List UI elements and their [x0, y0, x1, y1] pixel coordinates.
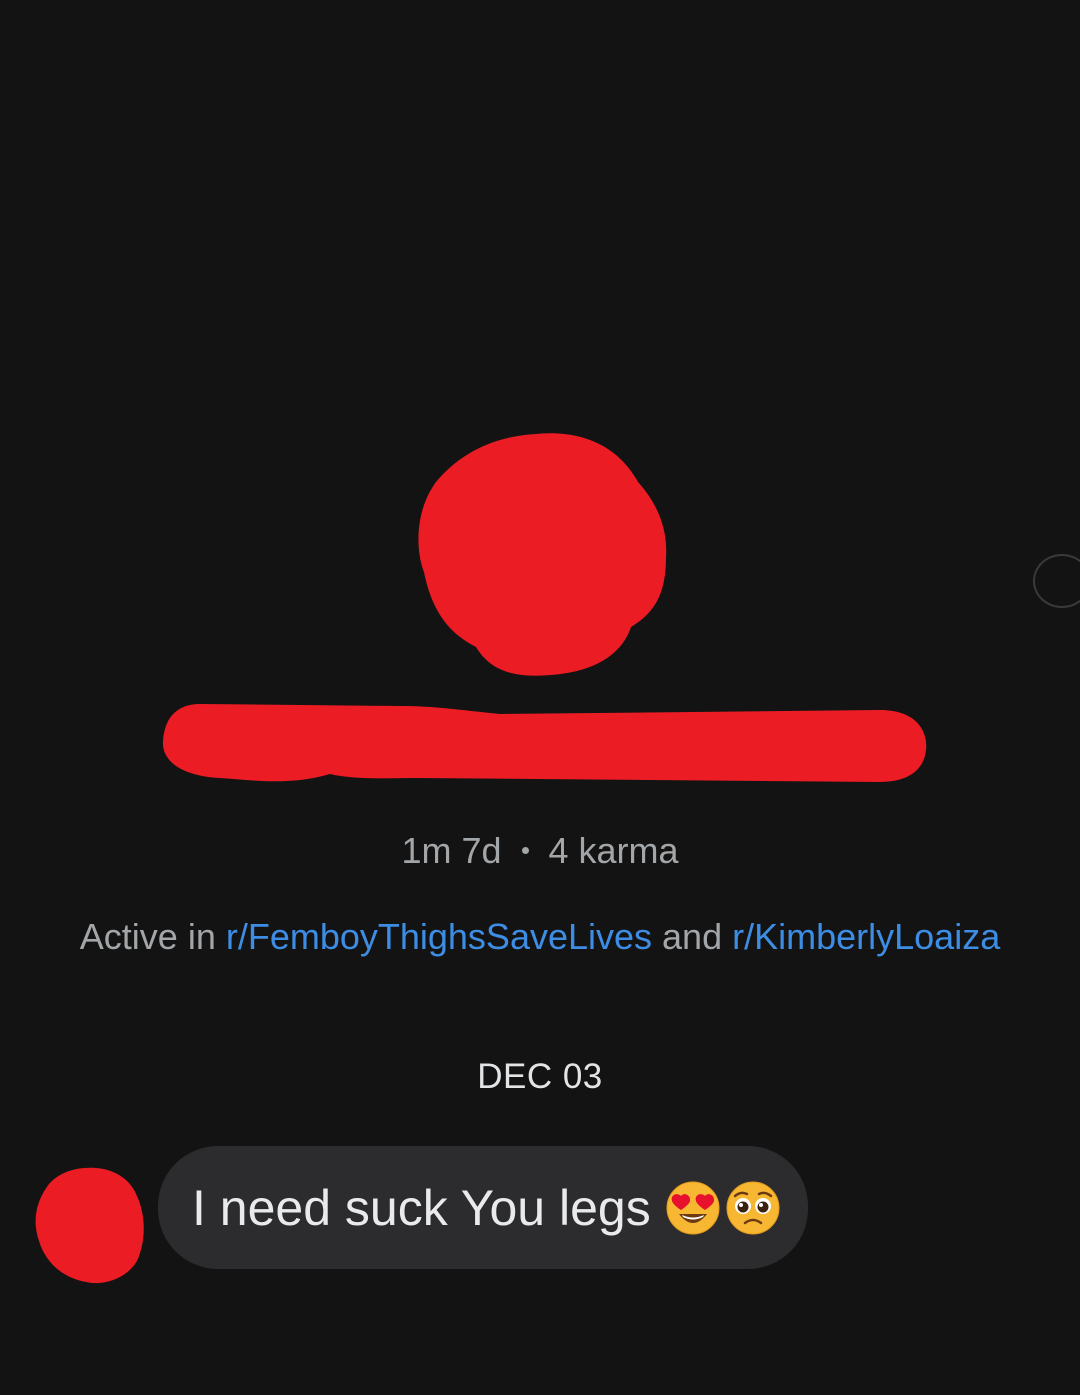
profile-stats: 1m 7d 4 karma [0, 826, 1080, 876]
separator-dot [521, 846, 529, 854]
date-separator: DEC 03 [477, 1057, 603, 1096]
active-prefix: Active in [79, 916, 226, 957]
account-age: 1m 7d [401, 830, 502, 871]
message-text: I need suck You legs [192, 1179, 651, 1236]
community-link-kimberlyloaiza[interactable]: r/KimberlyLoaiza [732, 916, 1000, 957]
scroll-handle[interactable] [1033, 554, 1080, 608]
redacted-profile-avatar [418, 433, 667, 676]
heart-eyes-emoji [666, 1181, 720, 1234]
redacted-username [162, 704, 927, 782]
pleading-face-emoji [726, 1181, 780, 1234]
community-link-femboythighssavelives[interactable]: r/FemboyThighsSaveLives [226, 916, 652, 957]
active-joiner: and [652, 916, 733, 957]
redacted-sender-avatar[interactable] [34, 1166, 146, 1286]
karma-count: 4 karma [548, 830, 679, 871]
message-emojis [665, 1180, 781, 1236]
message-bubble[interactable]: I need suck You legs [158, 1146, 808, 1269]
active-communities: Active in r/FemboyThighsSaveLives and r/… [0, 912, 1080, 962]
